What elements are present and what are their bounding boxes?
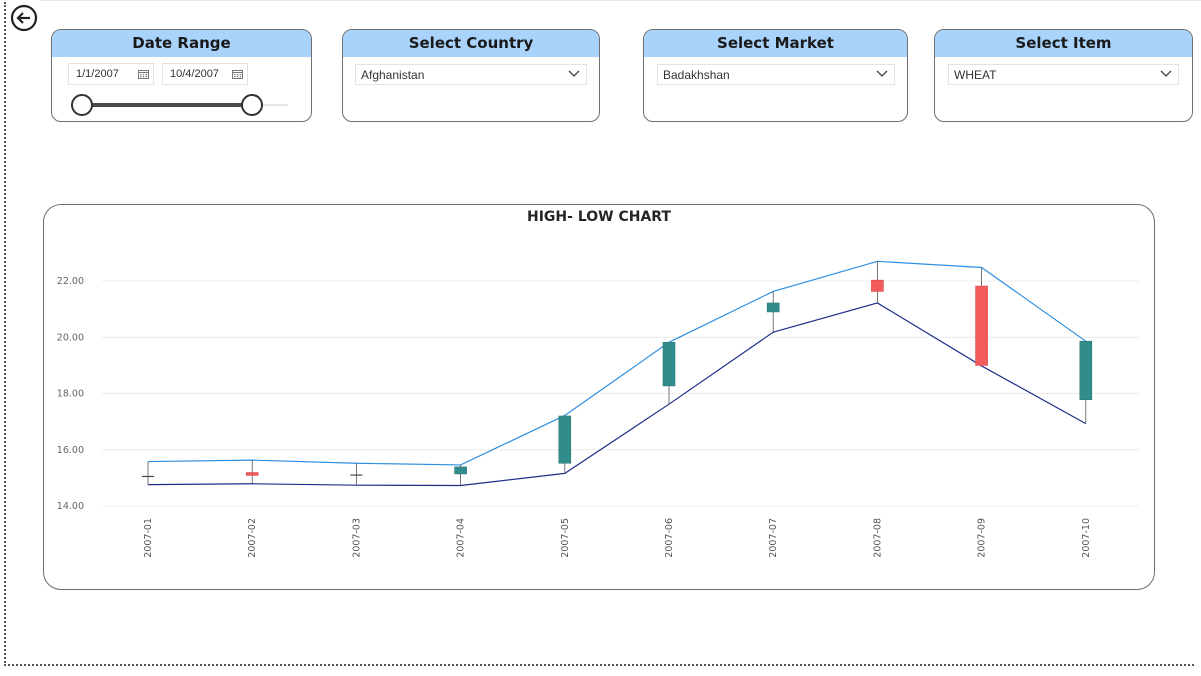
country-slicer-title: Select Country: [343, 30, 599, 57]
start-date-value: 1/1/2007: [76, 68, 119, 80]
country-selected-value: Afghanistan: [361, 68, 425, 82]
country-slicer: Select Country Afghanistan: [342, 29, 600, 122]
date-range-slicer: Date Range 1/1/2007 10/4/2007: [51, 29, 312, 122]
x-tick-label: 2007-02: [247, 518, 258, 558]
y-tick-label: 18.00: [57, 389, 84, 400]
x-tick-label: 2007-09: [977, 518, 988, 558]
candle-body: [245, 472, 259, 476]
date-slider-range: [82, 103, 252, 107]
chevron-down-icon: [568, 70, 580, 77]
end-date-input[interactable]: 10/4/2007: [162, 63, 248, 85]
item-slicer-title: Select Item: [935, 30, 1192, 57]
candle-body: [662, 342, 676, 387]
candle-body: [975, 285, 988, 366]
high-low-chart: 14.00 16.00 18.00 20.00 22.00 2007-01 2007-02 2…: [57, 260, 1139, 558]
y-tick-label: 20.00: [57, 332, 84, 343]
x-tick-label: 2007-06: [664, 518, 675, 558]
date-range-title: Date Range: [52, 30, 311, 57]
start-date-input[interactable]: 1/1/2007: [68, 63, 154, 85]
item-selected-value: WHEAT: [954, 68, 997, 82]
calendar-icon[interactable]: [138, 69, 149, 79]
date-slider-start-handle[interactable]: [71, 94, 93, 116]
top-border: [40, 0, 1201, 1]
x-tick-label: 2007-04: [456, 518, 467, 558]
y-tick-label: 22.00: [57, 276, 84, 287]
candle-body: [558, 415, 572, 464]
x-tick-label: 2007-03: [351, 518, 362, 558]
high-series-line: [147, 260, 1087, 466]
market-slicer-title: Select Market: [644, 30, 907, 57]
calendar-icon[interactable]: [232, 69, 243, 79]
date-slider-end-handle[interactable]: [241, 94, 263, 116]
item-slicer: Select Item WHEAT: [934, 29, 1193, 122]
candle-body: [454, 466, 467, 475]
candle-body: [766, 302, 780, 313]
x-tick-label: 2007-10: [1081, 518, 1092, 558]
market-selected-value: Badakhshan: [663, 68, 730, 82]
x-tick-label: 2007-01: [143, 518, 154, 558]
x-tick-label: 2007-08: [872, 518, 883, 558]
x-tick-label: 2007-05: [560, 518, 571, 558]
chevron-down-icon: [876, 70, 888, 77]
chevron-down-icon: [1160, 70, 1172, 77]
candle-body: [871, 279, 884, 292]
high-low-chart-card: HIGH- LOW CHART 14.00 16.00 18.00 20.00 22.0…: [43, 204, 1155, 590]
x-tick-label: 2007-07: [768, 518, 779, 558]
item-dropdown[interactable]: WHEAT: [948, 64, 1179, 85]
y-tick-label: 14.00: [57, 501, 84, 512]
market-dropdown[interactable]: Badakhshan: [657, 64, 895, 85]
low-series-line: [147, 302, 1087, 487]
candle-body: [1079, 340, 1093, 400]
end-date-value: 10/4/2007: [170, 68, 219, 80]
y-tick-label: 16.00: [57, 445, 84, 456]
country-dropdown[interactable]: Afghanistan: [355, 64, 587, 85]
back-arrow-icon[interactable]: [10, 4, 38, 32]
market-slicer: Select Market Badakhshan: [643, 29, 908, 122]
